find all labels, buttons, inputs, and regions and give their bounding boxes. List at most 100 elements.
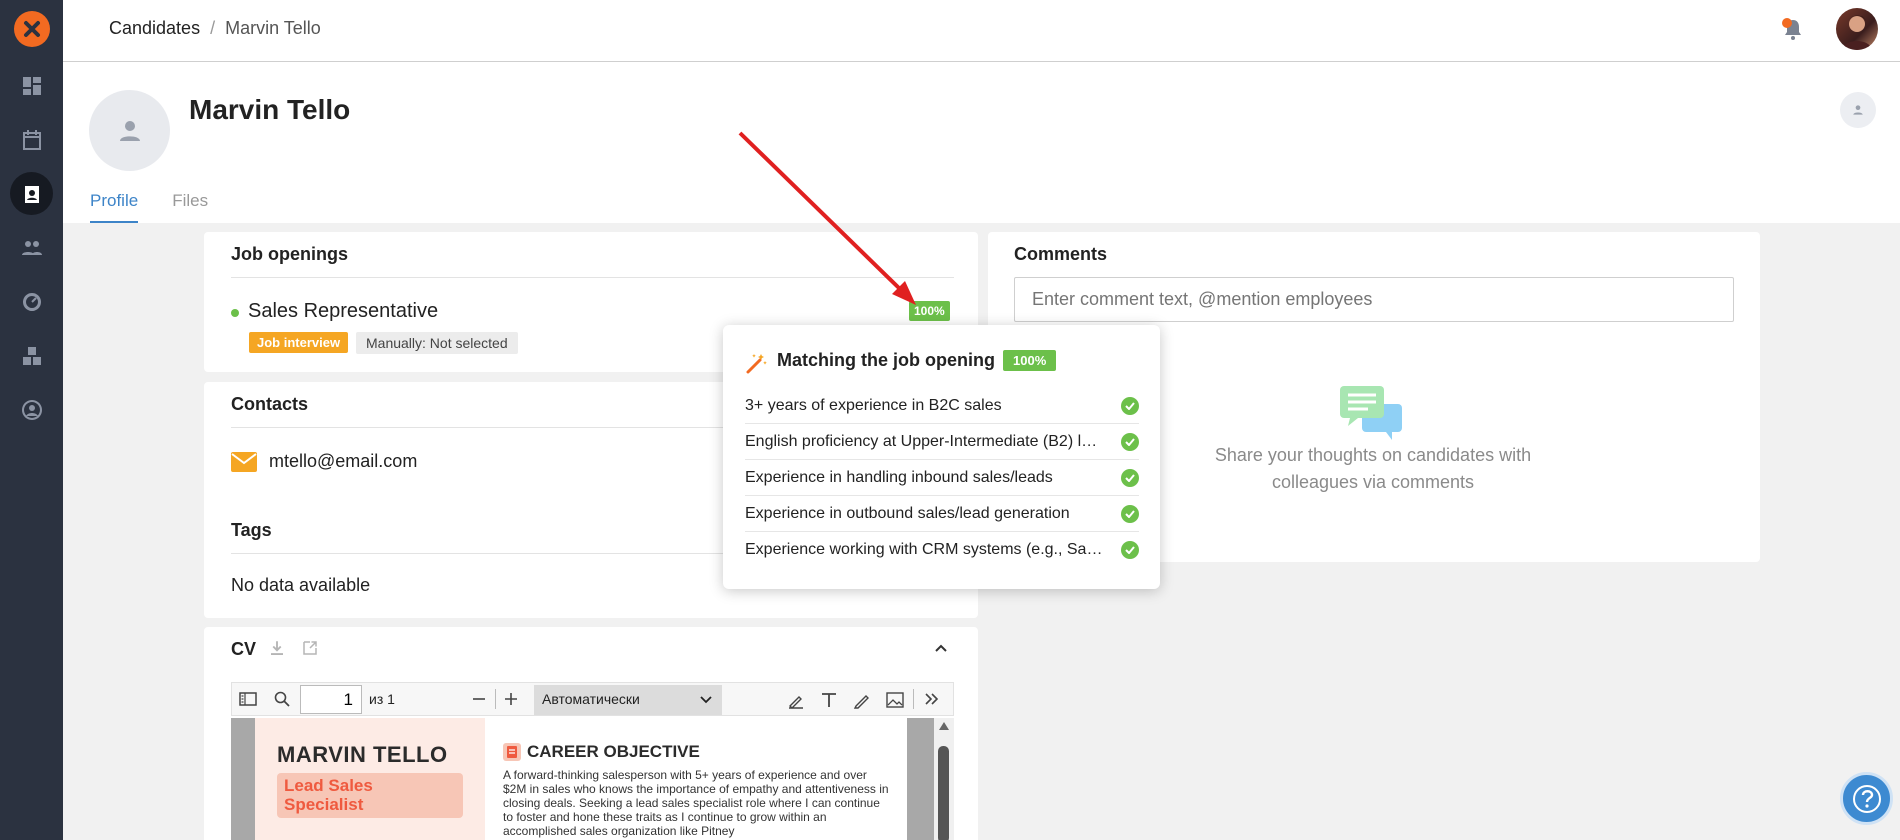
matching-title: Matching the job opening xyxy=(777,350,995,370)
pdf-zoom-value: Автоматически xyxy=(542,691,640,707)
nav-analytics[interactable] xyxy=(10,280,53,323)
pdf-page-input[interactable] xyxy=(300,685,362,714)
top-bar: Candidates / Marvin Tello xyxy=(63,0,1900,62)
assign-user-button[interactable] xyxy=(1840,92,1876,128)
criterion-text: English proficiency at Upper-Intermediat… xyxy=(745,432,1105,450)
candidate-name: Marvin Tello xyxy=(189,94,351,125)
job-openings-title: Job openings xyxy=(231,244,348,264)
zoom-in-icon[interactable] xyxy=(504,692,518,706)
tab-files[interactable]: Files xyxy=(172,191,208,223)
nav-team[interactable] xyxy=(10,226,53,269)
comment-input[interactable] xyxy=(1014,277,1734,322)
magic-wand-icon xyxy=(746,354,767,374)
criterion-row: Experience in handling inbound sales/lea… xyxy=(745,460,1139,496)
mail-icon xyxy=(231,451,257,472)
cv-section-title: CAREER OBJECTIVE xyxy=(527,742,700,761)
nav-account[interactable] xyxy=(10,388,53,431)
pdf-toolbar: из 1 Автоматически xyxy=(231,682,954,716)
contacts-title: Contacts xyxy=(231,394,309,414)
matching-popover: Matching the job opening 100% 3+ years o… xyxy=(723,325,1160,589)
draw-icon[interactable] xyxy=(853,691,871,709)
person-icon xyxy=(1853,105,1863,115)
double-chevron-right-icon[interactable] xyxy=(924,692,940,706)
blocks-icon xyxy=(22,346,41,365)
zoom-out-icon[interactable] xyxy=(472,692,486,706)
candidate-avatar xyxy=(89,90,170,171)
chevron-down-icon xyxy=(700,696,712,704)
notification-bell-icon[interactable] xyxy=(1780,16,1806,42)
email-row: mtello@email.com xyxy=(231,451,417,472)
chat-bubbles-icon xyxy=(1340,386,1402,440)
matching-score-badge: 100% xyxy=(1003,350,1057,371)
pdf-page: MARVIN TELLO Lead Sales Specialist CAREE… xyxy=(255,718,907,840)
tab-profile[interactable]: Profile xyxy=(90,191,139,223)
team-icon xyxy=(21,240,42,255)
breadcrumb-candidates[interactable]: Candidates xyxy=(109,18,200,38)
pdf-viewer[interactable]: MARVIN TELLO Lead Sales Specialist CAREE… xyxy=(231,718,954,840)
app-logo[interactable] xyxy=(14,11,50,47)
breadcrumb-separator: / xyxy=(210,18,216,38)
comments-empty-text: Share your thoughts on candidates with c… xyxy=(1214,445,1532,492)
cv-sidebar: MARVIN TELLO Lead Sales Specialist xyxy=(255,718,485,840)
sidebar-toggle-icon[interactable] xyxy=(239,692,257,706)
tags-empty-text: No data available xyxy=(231,575,371,595)
image-icon[interactable] xyxy=(886,691,904,709)
email-link[interactable]: mtello@email.com xyxy=(269,451,417,472)
person-icon xyxy=(119,120,140,141)
status-dot xyxy=(231,309,239,317)
question-icon xyxy=(1852,784,1881,813)
candidates-icon xyxy=(24,185,39,203)
search-icon[interactable] xyxy=(274,691,290,707)
document-icon xyxy=(503,743,521,761)
check-icon xyxy=(1121,432,1139,451)
text-tool-icon[interactable] xyxy=(820,691,838,709)
speedometer-icon xyxy=(22,292,41,311)
cv-section-body: A forward-thinking salesperson with 5+ y… xyxy=(503,768,889,838)
check-icon xyxy=(1121,396,1139,415)
toolbar-separator xyxy=(495,689,496,709)
criterion-text: Experience in handling inbound sales/lea… xyxy=(745,468,1053,486)
criterion-row: 3+ years of experience in B2C sales xyxy=(745,388,1139,424)
dashboard-icon xyxy=(22,76,41,95)
help-button[interactable] xyxy=(1840,772,1893,825)
tab-bar: Profile Files xyxy=(90,191,208,223)
nav-calendar[interactable] xyxy=(10,118,53,161)
cv-name: MARVIN TELLO xyxy=(277,742,448,767)
download-icon[interactable] xyxy=(268,639,286,657)
pdf-page-count: из 1 xyxy=(369,691,395,707)
divider xyxy=(231,277,954,278)
nav-integrations[interactable] xyxy=(10,334,53,377)
comments-title: Comments xyxy=(1014,244,1108,264)
check-icon xyxy=(1121,468,1139,487)
match-score-badge[interactable]: 100% xyxy=(909,301,950,321)
candidate-header: Marvin Tello Profile Files xyxy=(63,62,1900,223)
cv-role: Lead Sales Specialist xyxy=(277,773,463,818)
cv-card: CV из 1 Автоматически MARVIN TELLO Lead … xyxy=(204,627,978,840)
criterion-text: Experience in outbound sales/lead genera… xyxy=(745,504,1070,522)
breadcrumb: Candidates / Marvin Tello xyxy=(109,18,321,39)
logo-x-icon xyxy=(24,21,40,37)
check-icon xyxy=(1121,541,1139,559)
scroll-thumb[interactable] xyxy=(938,746,949,840)
criterion-row: Experience working with CRM systems (e.g… xyxy=(745,532,1139,568)
nav-dashboard[interactable] xyxy=(10,64,53,107)
open-external-icon[interactable] xyxy=(301,639,319,657)
pdf-scrollbar[interactable] xyxy=(934,718,954,840)
job-title-link[interactable]: Sales Representative xyxy=(248,300,438,323)
user-avatar[interactable] xyxy=(1836,8,1878,50)
nav-candidates[interactable] xyxy=(10,172,53,215)
selection-status-badge[interactable]: Manually: Not selected xyxy=(356,332,518,354)
toolbar-separator xyxy=(913,689,914,709)
scroll-up-icon[interactable] xyxy=(939,722,949,730)
check-icon xyxy=(1121,504,1139,523)
account-circle-icon xyxy=(21,399,42,420)
pdf-zoom-select[interactable]: Автоматически xyxy=(534,685,722,715)
calendar-icon xyxy=(22,129,41,150)
tags-title: Tags xyxy=(231,520,272,540)
criterion-text: 3+ years of experience in B2C sales xyxy=(745,396,1002,414)
stage-badge[interactable]: Job interview xyxy=(249,332,349,353)
highlight-icon[interactable] xyxy=(787,691,805,709)
criterion-row: English proficiency at Upper-Intermediat… xyxy=(745,424,1139,460)
chevron-up-icon[interactable] xyxy=(934,643,948,653)
cv-title: CV xyxy=(231,639,257,659)
